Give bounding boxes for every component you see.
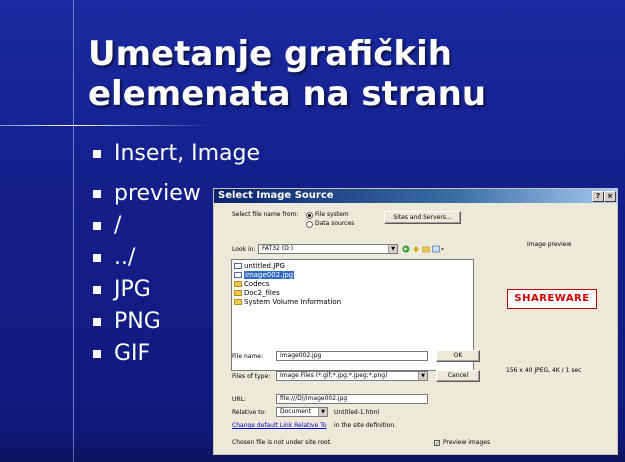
decorative-horizontal-line — [0, 125, 210, 126]
files-of-type-label: Files of type: — [232, 373, 271, 380]
preview-info: 156 x 40 JPEG, 4K / 1 sec — [506, 367, 582, 374]
list-item[interactable]: Doc2_files — [234, 289, 280, 297]
decorative-vertical-line — [73, 0, 74, 462]
shareware-logo-image: SHAREWARE — [507, 289, 597, 309]
back-arrow-icon[interactable] — [402, 245, 410, 253]
radio-file-system-label: File system — [315, 211, 349, 218]
bullet-square-icon — [93, 222, 101, 230]
list-item[interactable]: System Volume Information — [234, 298, 341, 306]
folder-icon — [234, 281, 242, 287]
image-file-icon — [234, 263, 242, 269]
relative-to-label: Relative to: — [232, 409, 267, 416]
close-button[interactable]: × — [604, 191, 616, 202]
list-item[interactable]: image002.jpg — [234, 271, 295, 279]
slide-title-line-1: Umetanje grafičkih — [88, 34, 452, 74]
look-in-label: Look in: — [232, 246, 256, 253]
chevron-down-icon: ▼ — [388, 245, 397, 253]
bullet-square-icon — [93, 286, 101, 294]
change-link-suffix: in the site definition. — [334, 422, 397, 429]
bullet-square-icon — [93, 318, 101, 326]
sites-and-servers-button[interactable]: Sites and Servers... — [384, 211, 461, 224]
folder-icon — [234, 299, 242, 305]
up-folder-icon[interactable] — [412, 245, 420, 253]
folder-icon — [234, 290, 242, 296]
files-of-type-select[interactable]: Image Files (*.gif;*.jpg;*.jpeg;*.png) ▼ — [276, 371, 428, 381]
image-preview-label: Image preview — [527, 241, 572, 248]
file-name-input[interactable]: image002.jpg — [276, 351, 428, 361]
help-button[interactable]: ? — [592, 191, 604, 202]
dialog-titlebar[interactable]: Select Image Source ? × — [214, 189, 617, 203]
chevron-down-icon: ▼ — [318, 408, 327, 416]
bullet-square-icon — [93, 350, 101, 358]
image-preview-panel — [492, 229, 611, 449]
bullet-square-icon — [93, 150, 101, 158]
preview-images-label: Preview images — [443, 439, 491, 446]
radio-file-system[interactable] — [306, 212, 313, 219]
radio-data-sources-label: Data sources — [315, 220, 355, 227]
url-label: URL: — [232, 396, 246, 403]
select-image-source-dialog: Select Image Source ? × Select file name… — [213, 188, 618, 455]
image-file-icon — [234, 272, 242, 278]
slide-title: Umetanje grafičkih elemenata na stranu — [88, 34, 608, 114]
preview-images-checkbox[interactable]: ✓ — [434, 440, 440, 447]
slide-title-line-2: elemenata na stranu — [88, 74, 487, 114]
select-from-label: Select file name from: — [232, 211, 299, 218]
cancel-button[interactable]: Cancel — [436, 370, 480, 382]
chevron-down-icon: ▼ — [418, 372, 427, 380]
radio-data-sources[interactable] — [306, 221, 313, 228]
bullet-square-icon — [93, 190, 101, 198]
list-item[interactable]: untitled.JPG — [234, 262, 285, 270]
site-root-note: Chosen file is not under site root. — [232, 439, 332, 446]
slide: Umetanje grafičkih elemenata na stranu I… — [0, 0, 625, 462]
bullet-square-icon — [93, 254, 101, 262]
new-folder-icon[interactable] — [422, 245, 430, 253]
list-item[interactable]: Codecs — [234, 280, 269, 288]
dialog-title: Select Image Source — [218, 190, 334, 201]
change-link-relative-link[interactable]: Change default Link Relative To — [232, 422, 327, 430]
url-input[interactable]: file:///D|/image002.jpg — [276, 394, 428, 404]
file-name-label: File name: — [232, 353, 263, 360]
look-in-dropdown[interactable]: FAT32 (D:) ▼ — [258, 244, 398, 254]
relative-to-file: Untitled-1.html — [334, 409, 380, 416]
ok-button[interactable]: OK — [436, 350, 480, 362]
bullet-item: Insert, Image — [93, 138, 260, 170]
relative-to-select[interactable]: Document ▼ — [276, 407, 328, 417]
view-menu-icon[interactable] — [432, 245, 444, 253]
